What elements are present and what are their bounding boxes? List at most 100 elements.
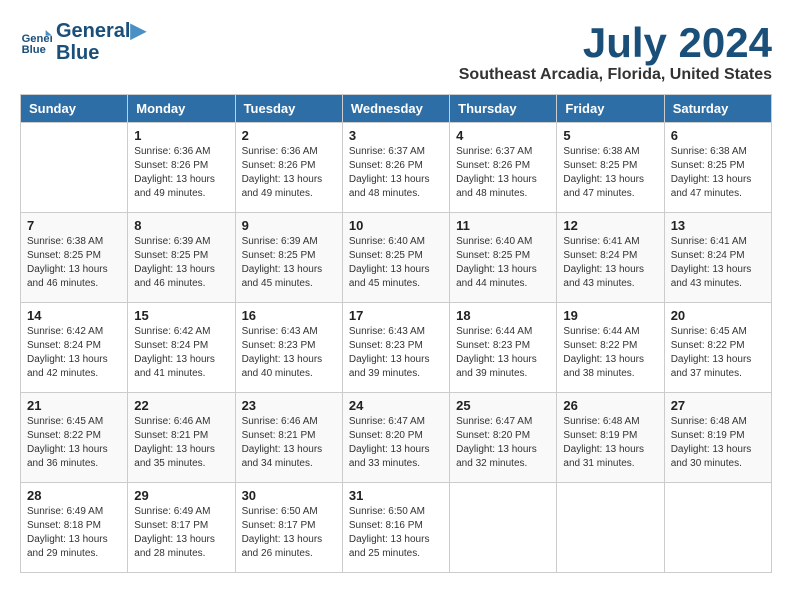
day-info: Sunrise: 6:38 AMSunset: 8:25 PMDaylight:…	[27, 235, 121, 291]
day-cell: 7 Sunrise: 6:38 AMSunset: 8:25 PMDaylight…	[21, 213, 128, 303]
week-row-4: 21Sunrise: 6:45 AMSunset: 8:22 PMDayligh…	[21, 393, 772, 483]
sunset-text: Sunset: 8:25 PM	[671, 160, 745, 171]
day-cell	[557, 483, 664, 573]
sunrise-text: Sunrise: 6:38 AM	[563, 146, 639, 157]
day-cell: 24Sunrise: 6:47 AMSunset: 8:20 PMDayligh…	[342, 393, 449, 483]
sunrise-text: Sunrise: 6:41 AM	[563, 236, 639, 247]
day-number: 4	[456, 128, 550, 143]
day-info: Sunrise: 6:47 AMSunset: 8:20 PMDaylight:…	[456, 415, 550, 471]
day-info: Sunrise: 6:39 AMSunset: 8:25 PMDaylight:…	[242, 235, 336, 291]
daylight-text: Daylight: 13 hours	[349, 534, 430, 545]
day-info: Sunrise: 6:40 AMSunset: 8:25 PMDaylight:…	[349, 235, 443, 291]
week-row-1: 1 Sunrise: 6:36 AM Sunset: 8:26 PM Daylight…	[21, 123, 772, 213]
daylight-text-2: and 46 minutes.	[27, 278, 98, 289]
sunrise-text: Sunrise: 6:46 AM	[134, 416, 210, 427]
sunrise-text: Sunrise: 6:40 AM	[349, 236, 425, 247]
day-number: 16	[242, 308, 336, 323]
day-info: Sunrise: 6:39 AMSunset: 8:25 PMDaylight:…	[134, 235, 228, 291]
day-cell: 19Sunrise: 6:44 AMSunset: 8:22 PMDayligh…	[557, 303, 664, 393]
day-info: Sunrise: 6:47 AMSunset: 8:20 PMDaylight:…	[349, 415, 443, 471]
day-cell	[450, 483, 557, 573]
sunset-text: Sunset: 8:22 PM	[27, 430, 101, 441]
daylight-text-2: and 30 minutes.	[671, 458, 742, 469]
day-info: Sunrise: 6:38 AMSunset: 8:25 PMDaylight:…	[671, 145, 765, 201]
day-cell: 9Sunrise: 6:39 AMSunset: 8:25 PMDaylight…	[235, 213, 342, 303]
day-number: 27	[671, 398, 765, 413]
sunrise-text: Sunrise: 6:39 AM	[134, 236, 210, 247]
day-number: 10	[349, 218, 443, 233]
day-number: 2	[242, 128, 336, 143]
daylight-text: Daylight: 13 hours	[134, 264, 215, 275]
sunrise-text: Sunrise: 6:36 AM	[242, 146, 318, 157]
sunset-text: Sunset: 8:22 PM	[671, 340, 745, 351]
sunset-text: Sunset: 8:26 PM	[242, 160, 316, 171]
daylight-text: Daylight: 13 hours	[671, 354, 752, 365]
day-cell: 3Sunrise: 6:37 AMSunset: 8:26 PMDaylight…	[342, 123, 449, 213]
day-number: 30	[242, 488, 336, 503]
logo-text-block: General▶ Blue	[56, 20, 146, 64]
day-info: Sunrise: 6:46 AMSunset: 8:21 PMDaylight:…	[134, 415, 228, 471]
daylight-text: Daylight: 13 hours	[563, 174, 644, 185]
daylight-text: Daylight: 13 hours	[456, 174, 537, 185]
daylight-text-2: and 36 minutes.	[27, 458, 98, 469]
day-info: Sunrise: 6:38 AMSunset: 8:25 PMDaylight:…	[563, 145, 657, 201]
sunset-text: Sunset: 8:25 PM	[242, 250, 316, 261]
sunrise-text: Sunrise: 6:48 AM	[671, 416, 747, 427]
day-number: 13	[671, 218, 765, 233]
sunrise-text: Sunrise: 6:38 AM	[27, 236, 103, 247]
day-cell: 17Sunrise: 6:43 AMSunset: 8:23 PMDayligh…	[342, 303, 449, 393]
sunset-text: Sunset: 8:24 PM	[134, 340, 208, 351]
day-number: 15	[134, 308, 228, 323]
day-number: 20	[671, 308, 765, 323]
calendar-table: SundayMondayTuesdayWednesdayThursdayFrid…	[20, 94, 772, 573]
day-info: Sunrise: 6:48 AMSunset: 8:19 PMDaylight:…	[671, 415, 765, 471]
day-cell: 14Sunrise: 6:42 AMSunset: 8:24 PMDayligh…	[21, 303, 128, 393]
daylight-text-2: and 47 minutes.	[671, 188, 742, 199]
daylight-text: Daylight: 13 hours	[242, 354, 323, 365]
sunrise-text: Sunrise: 6:46 AM	[242, 416, 318, 427]
day-number: 11	[456, 218, 550, 233]
day-info: Sunrise: 6:49 AMSunset: 8:18 PMDaylight:…	[27, 505, 121, 561]
day-number: 1	[134, 128, 228, 143]
day-header-saturday: Saturday	[664, 95, 771, 123]
sunrise-text: Sunrise: 6:42 AM	[27, 326, 103, 337]
sunrise-text: Sunrise: 6:41 AM	[671, 236, 747, 247]
day-info: Sunrise: 6:40 AMSunset: 8:25 PMDaylight:…	[456, 235, 550, 291]
day-header-thursday: Thursday	[450, 95, 557, 123]
daylight-text-2: and 44 minutes.	[456, 278, 527, 289]
day-header-tuesday: Tuesday	[235, 95, 342, 123]
day-info: Sunrise: 6:45 AMSunset: 8:22 PMDaylight:…	[671, 325, 765, 381]
sunrise-text: Sunrise: 6:47 AM	[349, 416, 425, 427]
day-info: Sunrise: 6:45 AMSunset: 8:22 PMDaylight:…	[27, 415, 121, 471]
sunset-text: Sunset: 8:26 PM	[134, 160, 208, 171]
sunrise-text: Sunrise: 6:37 AM	[456, 146, 532, 157]
day-number: 7	[27, 218, 121, 233]
day-info: Sunrise: 6:42 AMSunset: 8:24 PMDaylight:…	[27, 325, 121, 381]
day-info: Sunrise: 6:37 AM Sunset: 8:26 PM Daylight:…	[456, 145, 550, 201]
sunset-text: Sunset: 8:23 PM	[349, 340, 423, 351]
day-cell: 25 Sunrise: 6:47 AMSunset: 8:20 PMDayligh…	[450, 393, 557, 483]
daylight-text: Daylight: 13 hours	[349, 444, 430, 455]
day-info: Sunrise: 6:48 AMSunset: 8:19 PMDaylight:…	[563, 415, 657, 471]
logo: General Blue General▶ Blue	[20, 20, 146, 64]
day-cell	[21, 123, 128, 213]
day-cell: 2Sunrise: 6:36 AMSunset: 8:26 PMDaylight…	[235, 123, 342, 213]
sunset-text: Sunset: 8:26 PM	[456, 160, 530, 171]
daylight-text-2: and 45 minutes.	[242, 278, 313, 289]
day-number: 19	[563, 308, 657, 323]
day-number: 28	[27, 488, 121, 503]
daylight-text: Daylight: 13 hours	[456, 264, 537, 275]
day-header-monday: Monday	[128, 95, 235, 123]
day-cell: 10Sunrise: 6:40 AMSunset: 8:25 PMDayligh…	[342, 213, 449, 303]
daylight-text-2: and 28 minutes.	[134, 548, 205, 559]
week-row-5: 28 Sunrise: 6:49 AMSunset: 8:18 PMDayligh…	[21, 483, 772, 573]
sunset-text: Sunset: 8:20 PM	[456, 430, 530, 441]
daylight-text-2: and 38 minutes.	[563, 368, 634, 379]
sunrise-text: Sunrise: 6:39 AM	[242, 236, 318, 247]
day-info: Sunrise: 6:50 AMSunset: 8:16 PMDaylight:…	[349, 505, 443, 561]
sunset-text: Sunset: 8:21 PM	[242, 430, 316, 441]
day-info: Sunrise: 6:41 AMSunset: 8:24 PMDaylight:…	[671, 235, 765, 291]
sunset-text: Sunset: 8:25 PM	[349, 250, 423, 261]
sunset-text: Sunset: 8:24 PM	[563, 250, 637, 261]
day-number: 25	[456, 398, 550, 413]
